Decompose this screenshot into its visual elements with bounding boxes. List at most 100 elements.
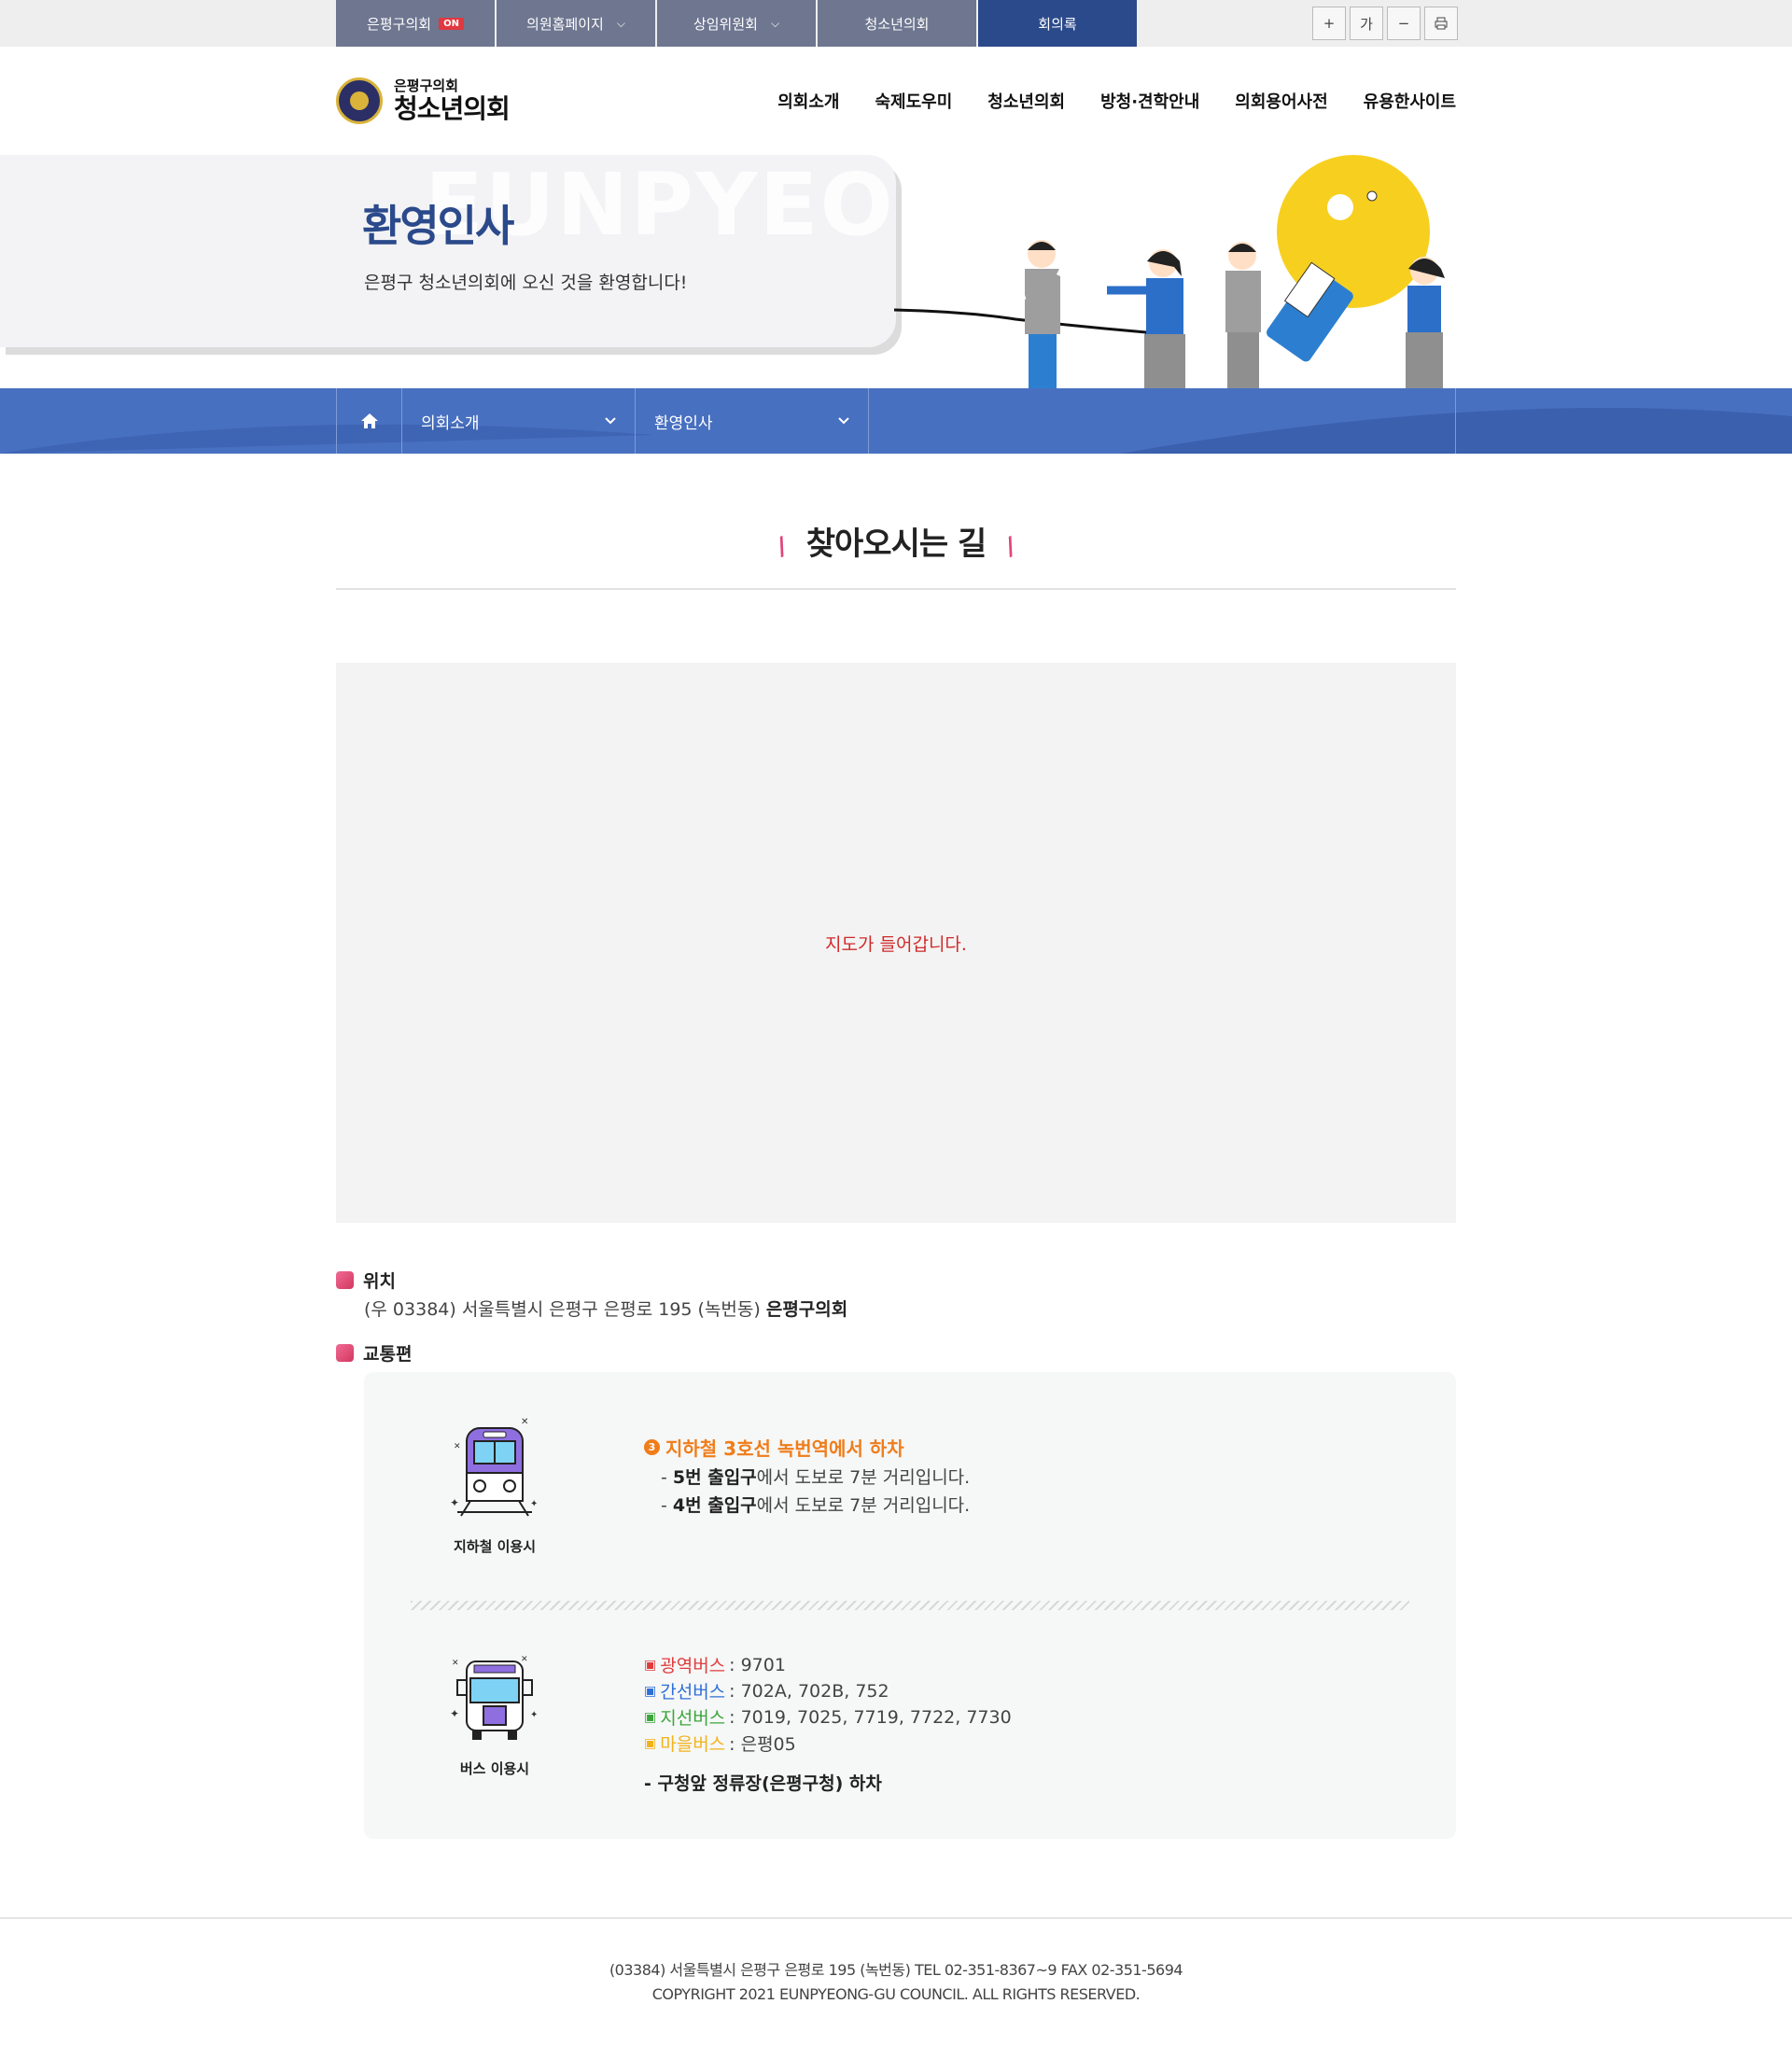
svg-text:✦: ✦ (450, 1496, 459, 1509)
bus-block: ✕ ✕ ✦ ✦ 버스 이용시 (429, 1652, 560, 1778)
depth2-label: 환영인사 (654, 413, 713, 433)
home-button[interactable] (337, 388, 402, 454)
pen-icon: / (773, 532, 791, 562)
svg-text:✕: ✕ (452, 1659, 459, 1668)
page-title: 환영인사 (362, 201, 514, 251)
chevron-down-icon (838, 417, 849, 425)
exit-label: 4번 출입구 (672, 1495, 757, 1516)
chevron-down-icon (605, 417, 616, 425)
subway-exit-line: - 4번 출입구에서 도보로 7분 거리입니다. (661, 1495, 971, 1516)
footer-copyright: COPYRIGHT 2021 EUNPYEONG-GU COUNCIL. ALL… (651, 1985, 1141, 2003)
location-bar: 의회소개 환영인사 (0, 388, 1792, 454)
subway-block: ✕ ✕ ✦ ✦ 지하철 이용시 (429, 1415, 560, 1556)
bus-type: 광역버스 (660, 1656, 726, 1676)
tab-label: 의원홈페이지 (526, 15, 604, 33)
bus-type: 마을버스 (660, 1734, 726, 1755)
section-title: / 찾아오시는 길 / (336, 518, 1456, 564)
dashed-divider (411, 1601, 1409, 1610)
svg-text:✕: ✕ (521, 1417, 528, 1427)
council-emblem-icon (336, 77, 383, 124)
svg-text:✕: ✕ (454, 1442, 461, 1451)
bus-icon: ▣ (644, 1683, 657, 1699)
main-navigation: 의회소개 숙제도우미 청소년의회 방청·견학안내 의회용어사전 유용한사이트 (777, 89, 1456, 113)
logo-title: 청소년의회 (394, 93, 511, 124)
subway-heading: 3 지하철 3호선 녹번역에서 하차 (644, 1434, 904, 1461)
section-title-text: 찾아오시는 길 (805, 526, 987, 563)
bus-icon: ▣ (644, 1735, 657, 1751)
depth1-label: 의회소개 (421, 413, 480, 433)
print-icon (1435, 17, 1448, 30)
bullet-square-icon (336, 1344, 354, 1362)
bus-type: 지선버스 (660, 1708, 726, 1729)
chevron-down-icon: ⌵ (770, 16, 780, 30)
bus-numbers: : 702A, 702B, 752 (729, 1680, 889, 1702)
nav-item-youth-council[interactable]: 청소년의회 (987, 89, 1065, 113)
location-breadcrumb: 의회소개 환영인사 (336, 388, 1456, 454)
address-name: 은평구의회 (765, 1299, 848, 1320)
bus-caption: 버스 이용시 (459, 1760, 530, 1777)
tab-standing-committee[interactable]: 상임위원회 ⌵ (657, 0, 816, 47)
tab-minutes[interactable]: 회의록 (978, 0, 1137, 47)
tab-member-homepage[interactable]: 의원홈페이지 ⌵ (497, 0, 655, 47)
transport-heading-text: 교통편 (363, 1344, 413, 1365)
zoom-in-button[interactable]: + (1312, 7, 1346, 40)
home-icon (360, 413, 378, 428)
subway-caption: 지하철 이용시 (453, 1538, 537, 1555)
bus-icon: ✕ ✕ ✦ ✦ (450, 1655, 538, 1740)
nav-item-useful-sites[interactable]: 유용한사이트 (1364, 89, 1456, 113)
footer: (03384) 서울특별시 은평구 은평로 195 (녹번동) TEL 02-3… (0, 1958, 1792, 2007)
nav-item-homework-helper[interactable]: 숙제도우미 (875, 89, 952, 113)
tab-youth-council[interactable]: 청소년의회 (818, 0, 976, 47)
section-divider (336, 588, 1456, 590)
location-heading-text: 위치 (363, 1271, 396, 1292)
bus-route-line: ▣ 광역버스 : 9701 (644, 1652, 786, 1677)
zoom-out-button[interactable]: − (1387, 7, 1421, 40)
map-area[interactable]: 지도가 들어갑니다. (336, 663, 1456, 1223)
footer-divider (0, 1917, 1792, 1919)
tab-label: 상임위원회 (693, 15, 758, 33)
tab-label: 은평구의회 (367, 15, 432, 33)
subway-heading-text: 지하철 3호선 녹번역에서 하차 (665, 1437, 904, 1460)
svg-text:✦: ✦ (530, 1710, 538, 1720)
bus-route-line: ▣ 마을버스 : 은평05 (644, 1731, 796, 1756)
svg-text:✕: ✕ (521, 1655, 528, 1664)
transport-heading: 교통편 (336, 1340, 412, 1366)
bus-icon: ▣ (644, 1657, 657, 1673)
address-text: (우 03384) 서울특별시 은평구 은평로 195 (녹번동) (364, 1299, 761, 1320)
tab-eunpyeong-council[interactable]: 은평구의회 ON (336, 0, 495, 47)
bus-type: 간선버스 (660, 1682, 726, 1703)
sub-visual-banner: EUNPYEONG 환영인사 은평구 청소년의회에 오신 것을 환영합니다! (0, 155, 1792, 388)
bus-stop-info: - 구청앞 정류장(은평구청) 하차 (644, 1773, 882, 1794)
banner-card: EUNPYEONG 환영인사 은평구 청소년의회에 오신 것을 환영합니다! (0, 155, 1039, 347)
subway-train-icon: ✕ ✕ ✦ ✦ (450, 1417, 538, 1517)
top-utility-bar: 은평구의회 ON 의원홈페이지 ⌵ 상임위원회 ⌵ 청소년의회 회의록 + 가 … (0, 0, 1792, 47)
bus-numbers: : 은평05 (729, 1734, 796, 1755)
nav-item-glossary[interactable]: 의회용어사전 (1235, 89, 1327, 113)
depth2-dropdown[interactable]: 환영인사 (636, 388, 869, 454)
svg-text:✦: ✦ (530, 1499, 538, 1509)
map-placeholder-text: 지도가 들어갑니다. (825, 933, 967, 955)
nav-item-visit-guide[interactable]: 방청·견학안내 (1100, 89, 1199, 113)
tab-label: 청소년의회 (864, 15, 930, 33)
bus-numbers: : 9701 (729, 1654, 786, 1675)
tab-label: 회의록 (1038, 15, 1077, 33)
line-number-badge: 3 (644, 1439, 660, 1455)
transport-box: ✕ ✕ ✦ ✦ 지하철 이용시 3 지하철 3호선 녹번역에서 하차 - 5번 … (364, 1372, 1456, 1839)
location-heading: 위치 (336, 1268, 396, 1293)
bullet-square-icon (336, 1271, 354, 1289)
site-logo[interactable]: 은평구의회 청소년의회 (336, 75, 541, 127)
logo-subtitle: 은평구의회 (394, 77, 459, 94)
subway-exit-line: - 5번 출입구에서 도보로 7분 거리입니다. (661, 1467, 971, 1488)
on-badge: ON (439, 17, 464, 30)
exit-desc: 에서 도보로 7분 거리입니다. (756, 1495, 971, 1516)
print-button[interactable] (1424, 7, 1458, 40)
depth1-dropdown[interactable]: 의회소개 (402, 388, 636, 454)
chevron-down-icon: ⌵ (616, 16, 625, 30)
font-reset-button[interactable]: 가 (1350, 7, 1383, 40)
bus-route-line: ▣ 지선버스 : 7019, 7025, 7719, 7722, 7730 (644, 1704, 1012, 1730)
exit-label: 5번 출입구 (672, 1467, 757, 1488)
nav-item-council-intro[interactable]: 의회소개 (777, 89, 839, 113)
pen-icon: / (1001, 532, 1019, 562)
bus-numbers: : 7019, 7025, 7719, 7722, 7730 (729, 1706, 1012, 1728)
page-subtitle: 은평구 청소년의회에 오신 것을 환영합니다! (364, 273, 688, 293)
